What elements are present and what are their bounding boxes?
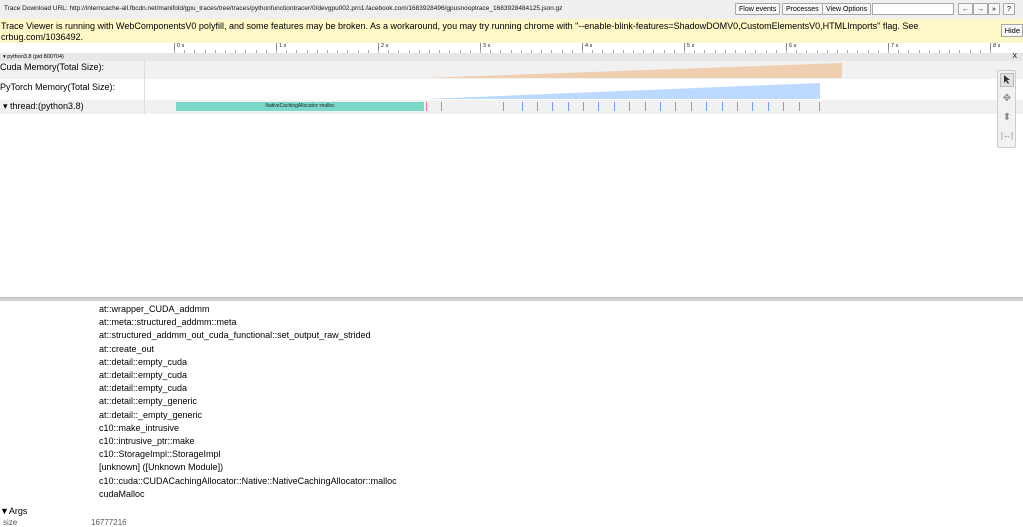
trace-slice[interactable] — [752, 102, 753, 111]
stack-frame: c10::cuda::CUDACachingAllocator::Native:… — [99, 475, 397, 486]
trace-slice[interactable] — [722, 102, 723, 111]
stack-frame: at::detail::empty_cuda — [99, 383, 188, 394]
trace-slice[interactable] — [629, 102, 630, 111]
polyfill-warning-banner: Trace Viewer is running with WebComponen… — [0, 19, 1023, 43]
mouse-mode-selector: ✥ ⬍ |↔| — [997, 70, 1016, 148]
trace-slice[interactable] — [660, 102, 661, 111]
close-process-button[interactable]: X — [1012, 53, 1017, 61]
empty-track — [0, 114, 1023, 125]
cuda-memory-area — [424, 63, 842, 78]
arg-value: 16777216 — [91, 518, 127, 527]
stack-frame: at::detail::empty_cuda — [99, 370, 188, 381]
ruler-tick-label: 2 s — [378, 43, 388, 53]
arg-key: size — [3, 518, 18, 527]
stack-trace: at::wrapper_CUDA_addmm at::meta::structu… — [99, 303, 397, 501]
thread-track[interactable]: ▾ thread:(python3.8) NativeCachingAlloca… — [0, 100, 1023, 114]
stack-frame: at::create_out — [99, 343, 155, 354]
ruler-tick-label: 0 s — [174, 43, 184, 53]
ruler-tick-label: 7 s — [888, 43, 898, 53]
stack-frame: at::structured_addmm_out_cuda_functional… — [99, 330, 371, 341]
stack-frame: at::detail::empty_cuda — [99, 356, 188, 367]
trace-download-url[interactable]: Trace Download URL: http://interncache-a… — [4, 5, 562, 12]
thread-label[interactable]: ▾ thread:(python3.8) — [0, 100, 145, 114]
ruler-tick-label: 1 s — [276, 43, 286, 53]
trace-slice[interactable] — [783, 102, 784, 111]
stack-frame: cudaMalloc — [99, 488, 145, 499]
stack-frame: c10::StorageImpl::StorageImpl — [99, 449, 221, 460]
search-input[interactable] — [872, 3, 954, 15]
trace-slice[interactable] — [503, 102, 504, 111]
timing-icon[interactable]: |↔| — [1000, 129, 1014, 143]
trace-slice[interactable] — [819, 102, 820, 111]
help-button[interactable]: ? — [1003, 3, 1015, 15]
pytorch-memory-area — [424, 83, 820, 99]
process-label[interactable]: ▾ python3.8 (pid 800704) — [3, 53, 64, 61]
search-prev-button[interactable]: ← — [958, 3, 973, 15]
ruler-tick-label: 6 s — [786, 43, 796, 53]
ruler-tick-label: 5 s — [684, 43, 694, 53]
trace-slice[interactable] — [441, 102, 442, 111]
trace-slice[interactable] — [645, 102, 646, 111]
cuda-memory-track[interactable]: Cuda Memory(Total Size): — [0, 61, 1023, 79]
trace-slice[interactable] — [799, 102, 800, 111]
search-all-button[interactable]: » — [988, 3, 1000, 15]
trace-slice[interactable] — [568, 102, 569, 111]
arg-row: size 16777216 — [3, 518, 143, 527]
trace-slice[interactable] — [614, 102, 615, 111]
pan-icon[interactable]: ✥ — [1000, 92, 1014, 106]
ruler-tick-label: 4 s — [582, 43, 592, 53]
trace-slice[interactable]: NativeCachingAllocator::malloc — [176, 102, 424, 111]
select-arrow-icon[interactable] — [1000, 73, 1014, 87]
stack-frame: at::detail::empty_generic — [99, 396, 198, 407]
pytorch-memory-track[interactable]: PyTorch Memory(Total Size): — [0, 79, 1023, 100]
flow-events-button[interactable]: Flow events — [735, 3, 781, 15]
ruler-tick-label: 3 s — [480, 43, 490, 53]
trace-slice[interactable] — [706, 102, 707, 111]
stack-frame: c10::make_intrusive — [99, 422, 180, 433]
stack-frame: at::detail::_empty_generic — [99, 409, 203, 420]
args-header[interactable]: ▼Args — [0, 506, 27, 516]
ruler-tick-label: 8 s — [990, 43, 1000, 53]
trace-slice[interactable] — [675, 102, 676, 111]
view-options-button[interactable]: View Options — [822, 3, 872, 15]
trace-slice[interactable] — [691, 102, 692, 111]
trace-slice[interactable] — [537, 102, 538, 111]
trace-slice[interactable] — [598, 102, 599, 111]
trace-slice[interactable] — [737, 102, 738, 111]
stack-frame: [unknown] ([Unknown Module]) — [99, 462, 224, 473]
trace-slice[interactable] — [552, 102, 553, 111]
trace-toolbar: Trace Download URL: http://interncache-a… — [0, 0, 1023, 20]
processes-button[interactable]: Processes — [782, 3, 823, 15]
trace-slice[interactable] — [426, 102, 427, 111]
zoom-icon[interactable]: ⬍ — [1000, 111, 1014, 125]
slice-label: NativeCachingAllocator::malloc — [265, 103, 335, 109]
warning-message: Trace Viewer is running with WebComponen… — [1, 21, 919, 42]
stack-frame: at::meta::structured_addmm::meta — [99, 317, 237, 328]
trace-slice[interactable] — [522, 102, 523, 111]
hide-warning-button[interactable]: Hide — [1000, 24, 1023, 37]
trace-slice[interactable] — [583, 102, 584, 111]
stack-frame: c10::intrusive_ptr::make — [99, 436, 195, 447]
trace-slice[interactable] — [768, 102, 769, 111]
stack-frame: at::wrapper_CUDA_addmm — [99, 304, 210, 314]
panel-divider[interactable] — [0, 297, 1023, 301]
search-next-button[interactable]: → — [973, 3, 988, 15]
